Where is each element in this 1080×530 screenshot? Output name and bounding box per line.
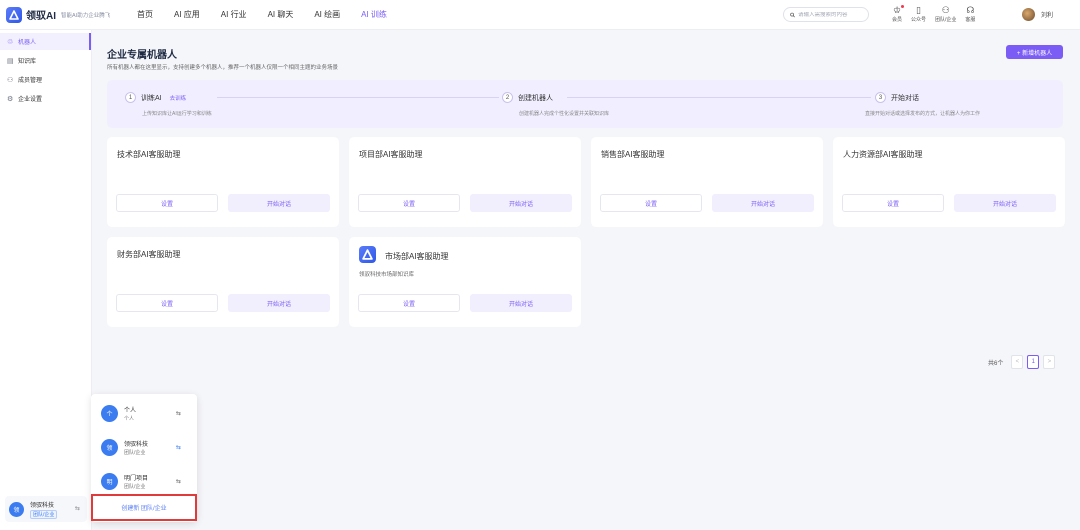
page-title: 企业专属机器人	[107, 50, 177, 61]
user-name: 刘利	[1041, 13, 1054, 19]
robot-card[interactable]: 销售部AI客服助理 设置 开始对话	[591, 137, 823, 227]
robot-settings-button[interactable]: 设置	[600, 194, 702, 212]
create-org-button[interactable]: 创建新 团队/企业	[91, 494, 197, 521]
nav-ai-chat[interactable]: AI 聊天	[268, 9, 294, 20]
robot-card-title: 人力资源部AI客服助理	[843, 150, 923, 159]
pagination: 共6个 < 1 >	[988, 355, 1056, 369]
sidebar-item-robots[interactable]: ♲ 机器人	[0, 33, 91, 50]
top-bar: 领驭AI 智能AI助力企业腾飞 首页 AI 应用 AI 行业 AI 聊天 AI …	[0, 0, 1080, 30]
start-chat-button[interactable]: 开始对话	[712, 194, 814, 212]
robot-settings-button[interactable]: 设置	[842, 194, 944, 212]
go-train-link[interactable]: 去训练	[170, 94, 187, 102]
nav-home[interactable]: 首页	[137, 9, 153, 20]
member-button[interactable]: ♔ 会员	[892, 5, 905, 23]
step-divider	[217, 97, 499, 98]
switch-icon: ⇆	[74, 506, 80, 512]
robot-settings-button[interactable]: 设置	[358, 194, 460, 212]
brand-slogan: 智能AI助力企业腾飞	[61, 12, 111, 19]
org-avatar: 领	[9, 501, 24, 517]
robot-card[interactable]: 人力资源部AI客服助理 设置 开始对话	[833, 137, 1065, 227]
switch-icon: ⇆	[175, 445, 181, 451]
next-page-button[interactable]: >	[1043, 355, 1056, 369]
add-robot-button[interactable]: + 新增机器人	[1006, 45, 1063, 59]
main-nav: 首页 AI 应用 AI 行业 AI 聊天 AI 绘画 AI 训练	[137, 9, 408, 20]
switch-icon: ⇆	[175, 411, 181, 417]
start-chat-button[interactable]: 开始对话	[954, 194, 1056, 212]
start-chat-button[interactable]: 开始对话	[470, 194, 572, 212]
robot-settings-button[interactable]: 设置	[116, 194, 218, 212]
sidebar: ♲ 机器人 ▤ 知识库 ⚇ 成员管理 ⚙ 企业设置 领 领驭科技 团队/企业 ⇆	[0, 30, 92, 530]
robot-card-desc: 领驭科技市场部知识库	[359, 272, 415, 278]
robot-card-title: 项目部AI客服助理	[359, 150, 423, 159]
sidebar-item-settings[interactable]: ⚙ 企业设置	[0, 90, 91, 107]
top-icon-group: ♔ 会员 ▯ 公众号 ⚇ 团队/企业 ☊ 客服	[892, 5, 984, 23]
org-avatar: 个	[101, 405, 118, 422]
org-tag: 团队/企业	[30, 509, 58, 519]
gear-icon: ⚙	[7, 95, 14, 103]
steps-panel: 1 训练AI 去训练 上传知识库让AI运行学习和训练 2 创建机器人 创建机器人…	[107, 80, 1063, 128]
robot-logo-icon	[359, 246, 376, 263]
robot-settings-button[interactable]: 设置	[116, 294, 218, 312]
total-count: 共6个	[988, 360, 1004, 367]
search-input[interactable]	[798, 11, 868, 18]
customer-service-button[interactable]: ☊ 客服	[965, 5, 975, 23]
nav-ai-painting[interactable]: AI 绘画	[314, 9, 340, 20]
members-icon: ⚇	[7, 76, 14, 84]
robot-card[interactable]: 财务部AI客服助理 设置 开始对话	[107, 237, 339, 327]
brand-name: 领驭AI	[26, 11, 56, 22]
logo-icon	[6, 6, 22, 23]
crown-icon: ♔	[892, 5, 902, 15]
robot-card[interactable]: 市场部AI客服助理 领驭科技市场部知识库 设置 开始对话	[349, 237, 581, 327]
step-chat: 3 开始对话	[875, 92, 919, 103]
switch-icon: ⇆	[175, 479, 181, 485]
headset-icon: ☊	[966, 5, 975, 15]
sidebar-item-members[interactable]: ⚇ 成员管理	[0, 71, 91, 88]
start-chat-button[interactable]: 开始对话	[228, 294, 330, 312]
org-option-personal[interactable]: 个 个人 个人 ⇆	[101, 405, 189, 422]
org-switcher[interactable]: 领 领驭科技 团队/企业 ⇆	[5, 496, 87, 522]
knowledge-icon: ▤	[7, 57, 14, 65]
robot-card-title: 销售部AI客服助理	[601, 150, 665, 159]
robot-card-title: 技术部AI客服助理	[117, 150, 181, 159]
org-avatar: 明	[101, 473, 118, 490]
org-option-mingmen[interactable]: 明 明门项目 团队/企业 ⇆	[101, 473, 189, 490]
nav-ai-apps[interactable]: AI 应用	[174, 9, 200, 20]
brand[interactable]: 领驭AI 智能AI助力企业腾飞	[6, 6, 128, 23]
page-subtitle: 所有机器人都在这里显示，支持创建多个机器人，推荐一个机器人仅限一个相同主题的业务…	[107, 65, 339, 71]
robot-card-title: 市场部AI客服助理	[385, 252, 449, 261]
org-option-lingyu[interactable]: 领 领驭科技 团队/企业 ⇆	[101, 439, 189, 456]
robot-settings-button[interactable]: 设置	[358, 294, 460, 312]
nav-ai-industry[interactable]: AI 行业	[221, 9, 247, 20]
robot-card[interactable]: 技术部AI客服助理 设置 开始对话	[107, 137, 339, 227]
avatar	[1022, 8, 1035, 21]
prev-page-button[interactable]: <	[1011, 355, 1024, 369]
start-chat-button[interactable]: 开始对话	[228, 194, 330, 212]
step-train: 1 训练AI 去训练	[125, 92, 186, 103]
org-avatar: 领	[101, 439, 118, 456]
sidebar-item-knowledge[interactable]: ▤ 知识库	[0, 52, 91, 69]
team-button[interactable]: ⚇ 团队/企业	[935, 5, 956, 23]
org-name: 领驭科技	[30, 502, 55, 509]
org-switch-popup: 个 个人 个人 ⇆ 领 领驭科技 团队/企业 ⇆ 明 明门项目 团队/企业 ⇆ …	[91, 394, 197, 522]
search-box[interactable]	[783, 7, 869, 22]
user-add-icon: ⚇	[941, 5, 950, 15]
robot-card-title: 财务部AI客服助理	[117, 250, 181, 259]
official-account-button[interactable]: ▯ 公众号	[911, 5, 926, 23]
phone-icon: ▯	[916, 5, 921, 15]
step-create: 2 创建机器人	[502, 92, 553, 103]
robot-icon: ♲	[7, 38, 14, 46]
search-icon	[790, 12, 795, 17]
notification-dot	[901, 5, 905, 8]
start-chat-button[interactable]: 开始对话	[470, 294, 572, 312]
robot-card[interactable]: 项目部AI客服助理 设置 开始对话	[349, 137, 581, 227]
step-divider	[567, 97, 871, 98]
user-menu[interactable]: 刘利	[1022, 8, 1053, 21]
page-number[interactable]: 1	[1027, 355, 1040, 369]
nav-ai-training[interactable]: AI 训练	[361, 9, 387, 20]
